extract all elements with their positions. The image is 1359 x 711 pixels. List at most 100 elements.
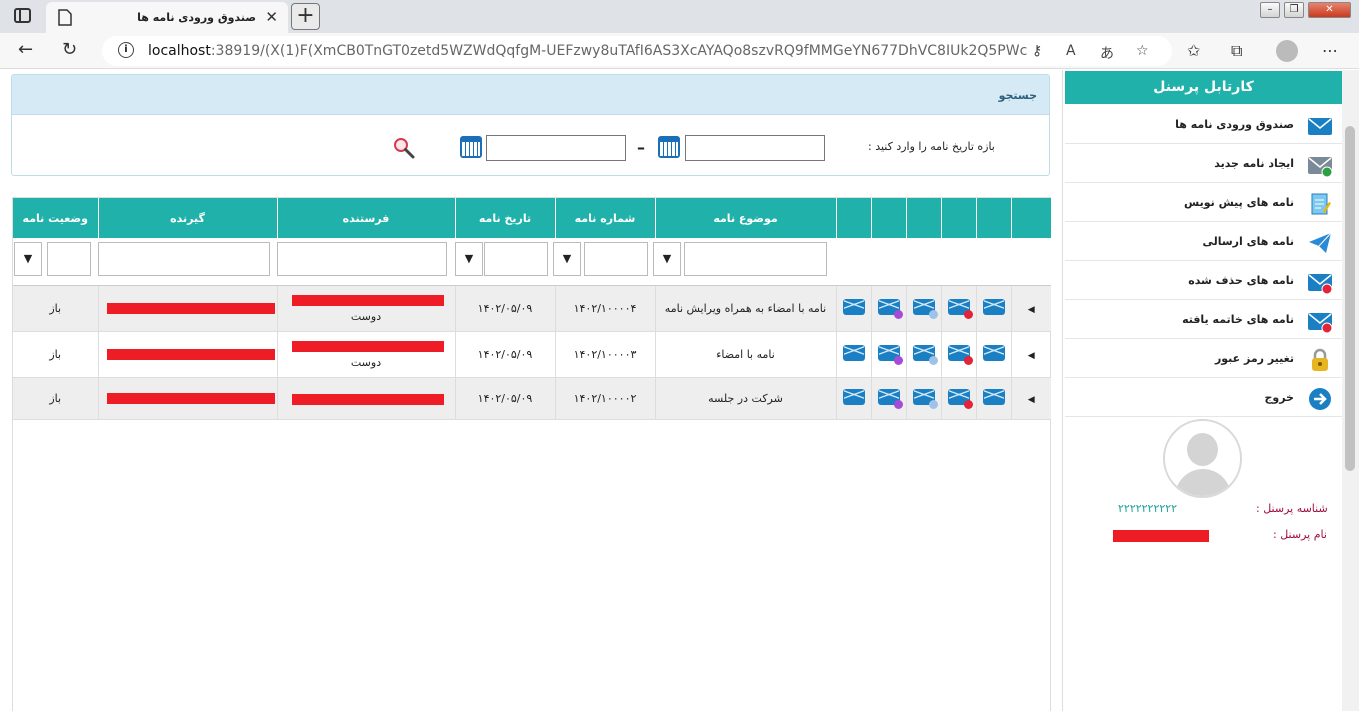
sidebar-item-label: خروج xyxy=(1264,391,1294,404)
table-row[interactable]: باز دوست ۱۴۰۲/۰۵/۰۹ ۱۴۰۲/۱۰۰۰۰۳ نامه با امضا… xyxy=(13,331,1051,378)
filter-icon[interactable]: ▼ xyxy=(653,242,681,276)
new-tab-button[interactable]: + xyxy=(291,3,320,30)
cell-sender xyxy=(277,377,456,420)
profile-icon[interactable] xyxy=(1276,40,1298,62)
col-status[interactable]: وضعیت نامه xyxy=(13,198,99,238)
table-header-row: وضعیت نامه گیرنده فرستنده تاریخ نامه شما… xyxy=(13,198,1051,238)
cell-expand[interactable]: ◀ xyxy=(1011,331,1051,378)
sidebar-item-4[interactable]: نامه های حذف شده xyxy=(1065,262,1342,300)
more-icon[interactable]: ⋯ xyxy=(1322,41,1338,60)
cell-expand[interactable]: ◀ xyxy=(1011,377,1051,420)
close-window-button[interactable]: ✕ xyxy=(1308,2,1351,18)
reply-icon[interactable] xyxy=(982,388,1005,405)
cell-action[interactable] xyxy=(976,331,1012,378)
expand-row-icon[interactable]: ◀ xyxy=(1028,351,1035,361)
cell-action[interactable] xyxy=(871,377,907,420)
delete-icon[interactable] xyxy=(947,298,973,319)
cell-expand[interactable]: ◀ xyxy=(1011,285,1051,332)
filter-number-input[interactable] xyxy=(584,242,648,276)
filter-sender-input[interactable] xyxy=(277,242,447,276)
filter-row: ▼ ▼ ▼ ▼ xyxy=(13,238,1051,286)
cell-action[interactable] xyxy=(906,331,942,378)
translate-icon[interactable]: あ xyxy=(1100,43,1114,63)
cell-subject: شرکت در جلسه xyxy=(655,377,837,420)
sidebar-item-6[interactable]: تغییر رمز عبور xyxy=(1065,340,1342,378)
delete-icon[interactable] xyxy=(947,344,973,365)
col-number[interactable]: شماره نامه xyxy=(555,198,656,238)
draft-icon xyxy=(1308,192,1332,215)
view-icon[interactable] xyxy=(912,344,938,365)
date-from-input[interactable] xyxy=(685,135,825,161)
scrollbar[interactable] xyxy=(1342,70,1359,711)
calendar-icon[interactable] xyxy=(460,136,482,158)
scrollbar-thumb[interactable] xyxy=(1345,126,1355,471)
filter-subject-input[interactable] xyxy=(684,242,827,276)
cell-action[interactable] xyxy=(941,331,977,378)
collections-icon[interactable]: ⧉ xyxy=(1231,41,1242,61)
tabs-icon[interactable] xyxy=(14,8,31,23)
col-action xyxy=(836,198,872,238)
sidebar-item-7[interactable]: خروج xyxy=(1065,379,1342,417)
filter-status-input[interactable] xyxy=(47,242,91,276)
cell-action[interactable] xyxy=(941,377,977,420)
filter-icon[interactable]: ▼ xyxy=(14,242,42,276)
info-icon[interactable]: i xyxy=(118,42,134,58)
cell-action[interactable] xyxy=(976,285,1012,332)
cell-action[interactable] xyxy=(906,285,942,332)
search-icon[interactable] xyxy=(392,136,416,160)
sidebar-item-3[interactable]: نامه های ارسالی xyxy=(1065,223,1342,261)
reply-icon[interactable] xyxy=(982,344,1005,361)
forward-icon[interactable] xyxy=(877,388,903,409)
favorites-icon[interactable]: ✩ xyxy=(1187,41,1200,60)
col-action xyxy=(976,198,1012,238)
reload-icon[interactable]: ↻ xyxy=(62,39,77,60)
reply-icon[interactable] xyxy=(982,298,1005,315)
cell-action[interactable] xyxy=(941,285,977,332)
forward-icon[interactable] xyxy=(877,298,903,319)
add-favorite-icon[interactable]: ☆ xyxy=(1136,43,1149,59)
cell-status: باز xyxy=(13,377,99,420)
view-icon[interactable] xyxy=(912,298,938,319)
tab-close-icon[interactable]: ✕ xyxy=(265,8,278,26)
cell-action[interactable] xyxy=(976,377,1012,420)
calendar-icon[interactable] xyxy=(658,136,680,158)
read-aloud-icon[interactable]: A xyxy=(1066,43,1076,59)
url-field[interactable]: i localhost:38919/(X(1)F(XmCB0TnGT0zetd5… xyxy=(102,36,1172,66)
minimize-button[interactable]: – xyxy=(1260,2,1280,18)
cell-action[interactable] xyxy=(871,285,907,332)
expand-row-icon[interactable]: ◀ xyxy=(1028,395,1035,405)
filter-receiver-input[interactable] xyxy=(98,242,270,276)
sidebar-title: کارتابل پرسنل xyxy=(1065,71,1342,104)
back-icon[interactable]: ← xyxy=(18,39,33,60)
sidebar-item-0[interactable]: صندوق ورودی نامه ها xyxy=(1065,106,1342,144)
col-date[interactable]: تاریخ نامه xyxy=(455,198,556,238)
cell-action[interactable] xyxy=(836,377,872,420)
cell-action[interactable] xyxy=(871,331,907,378)
view-icon[interactable] xyxy=(912,388,938,409)
col-receiver[interactable]: گیرنده xyxy=(98,198,278,238)
print-icon[interactable] xyxy=(842,344,865,361)
cell-action[interactable] xyxy=(906,377,942,420)
filter-date-input[interactable] xyxy=(484,242,548,276)
forward-icon[interactable] xyxy=(877,344,903,365)
maximize-button[interactable]: ❐ xyxy=(1284,2,1304,18)
sidebar-item-2[interactable]: نامه های پیش نویس xyxy=(1065,184,1342,222)
print-icon[interactable] xyxy=(842,388,865,405)
table-row[interactable]: باز دوست ۱۴۰۲/۰۵/۰۹ ۱۴۰۲/۱۰۰۰۰۴ نامه با امضا… xyxy=(13,285,1051,332)
date-to-input[interactable] xyxy=(486,135,626,161)
key-icon[interactable]: ⚷ xyxy=(1032,43,1042,59)
filter-icon[interactable]: ▼ xyxy=(455,242,483,276)
sidebar-item-5[interactable]: نامه های خاتمه یافته xyxy=(1065,301,1342,339)
cell-action[interactable] xyxy=(836,331,872,378)
filter-icon[interactable]: ▼ xyxy=(553,242,581,276)
delete-icon[interactable] xyxy=(947,388,973,409)
expand-row-icon[interactable]: ◀ xyxy=(1028,305,1035,315)
col-sender[interactable]: فرستنده xyxy=(277,198,456,238)
browser-tab[interactable]: صندوق ورودی نامه ها ✕ xyxy=(46,2,288,33)
cell-action[interactable] xyxy=(836,285,872,332)
table-row[interactable]: باز ۱۴۰۲/۰۵/۰۹ ۱۴۰۲/۱۰۰۰۰۲ شرکت در جلسه ◀ xyxy=(13,377,1051,420)
search-title: جستجو xyxy=(998,89,1037,102)
print-icon[interactable] xyxy=(842,298,865,315)
col-subject[interactable]: موضوع نامه xyxy=(655,198,837,238)
sidebar-item-1[interactable]: ایجاد نامه جدید xyxy=(1065,145,1342,183)
